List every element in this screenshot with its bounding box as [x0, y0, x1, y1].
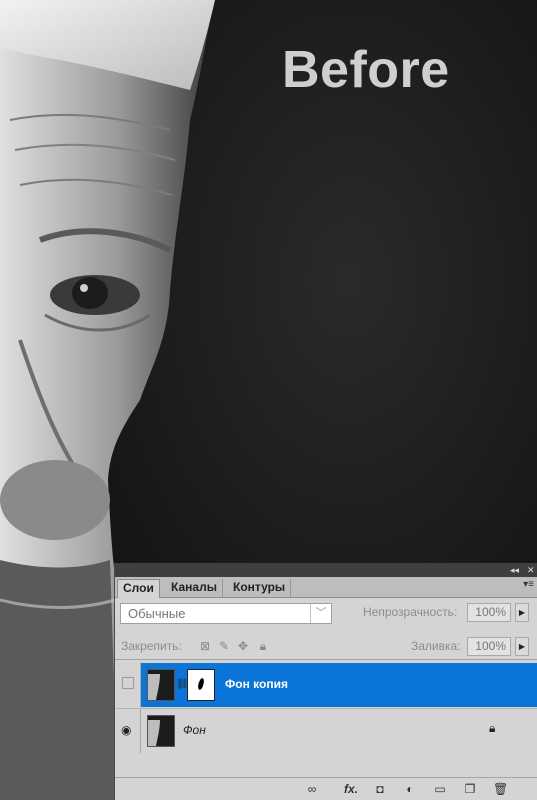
panel-title-bar: ◂◂ ✕ [115, 563, 537, 577]
fill-field[interactable]: 100% [467, 637, 511, 656]
lock-position-icon[interactable]: ✥ [237, 640, 249, 652]
layer-name: Фон копия [225, 677, 288, 691]
fill-label: Заливка: [411, 639, 461, 653]
collapse-panel-icon[interactable]: ◂◂ [510, 564, 519, 576]
fill-arrow-icon[interactable]: ▶ [515, 637, 529, 656]
tab-channels[interactable]: Каналы [166, 579, 223, 597]
opacity-label: Непрозрачность: [363, 605, 458, 619]
panel-menu-icon[interactable]: ▾≡ [523, 579, 534, 590]
tab-layers[interactable]: Слои [117, 579, 160, 598]
visibility-box [122, 677, 134, 689]
layer-row-background[interactable]: ◉ Фон 🔒︎ [115, 708, 537, 753]
layer-name: Фон [183, 723, 206, 737]
link-layers-icon[interactable]: ∞ [305, 782, 319, 796]
fx-icon[interactable]: fx. [341, 782, 361, 796]
close-icon[interactable]: ✕ [527, 564, 535, 576]
layer-mask-thumbnail[interactable] [187, 669, 215, 701]
layer-row-copy[interactable]: ⛓ Фон копия [115, 663, 537, 707]
chevron-down-icon: ﹀ [310, 604, 331, 623]
before-label: Before [282, 41, 450, 99]
eye-icon: ◉ [121, 723, 132, 737]
lock-transparent-icon[interactable]: ⊠ [199, 640, 211, 652]
panel-footer: ∞ fx. ◘ ◐ ▭ ❐ 🗑︎ [115, 777, 537, 800]
adjustment-layer-icon[interactable]: ◐ [403, 782, 417, 796]
lock-icon: 🔒︎ [489, 721, 496, 735]
opacity-arrow-icon[interactable]: ▶ [515, 603, 529, 622]
lock-image-icon[interactable]: ✎ [218, 640, 230, 652]
visibility-toggle[interactable]: ◉ [115, 709, 141, 753]
panel-tabs: Слои Каналы Контуры ▾≡ [115, 577, 537, 598]
visibility-toggle[interactable] [115, 663, 141, 707]
blend-mode-value: Обычные [128, 606, 186, 621]
layer-thumbnail [147, 669, 175, 701]
opacity-field[interactable]: 100% [467, 603, 511, 622]
new-layer-icon[interactable]: ❐ [463, 782, 477, 796]
add-mask-icon[interactable]: ◘ [373, 782, 387, 796]
layers-list: ⛓ Фон копия ◉ Фон 🔒︎ [115, 659, 537, 778]
lock-label: Закрепить: [121, 639, 182, 653]
blend-mode-select[interactable]: Обычные ﹀ [120, 603, 332, 624]
lock-all-icon[interactable]: 🔒︎ [257, 640, 269, 652]
layers-panel: ◂◂ ✕ Слои Каналы Контуры ▾≡ Обычные ﹀ Не… [114, 563, 537, 800]
tab-paths[interactable]: Контуры [228, 579, 292, 597]
canvas: Before ◂◂ ✕ Слои Каналы Контуры ▾≡ Обычн… [0, 0, 537, 800]
layer-thumbnail [147, 715, 175, 747]
new-group-icon[interactable]: ▭ [433, 782, 447, 796]
delete-layer-icon[interactable]: 🗑︎ [493, 782, 508, 796]
